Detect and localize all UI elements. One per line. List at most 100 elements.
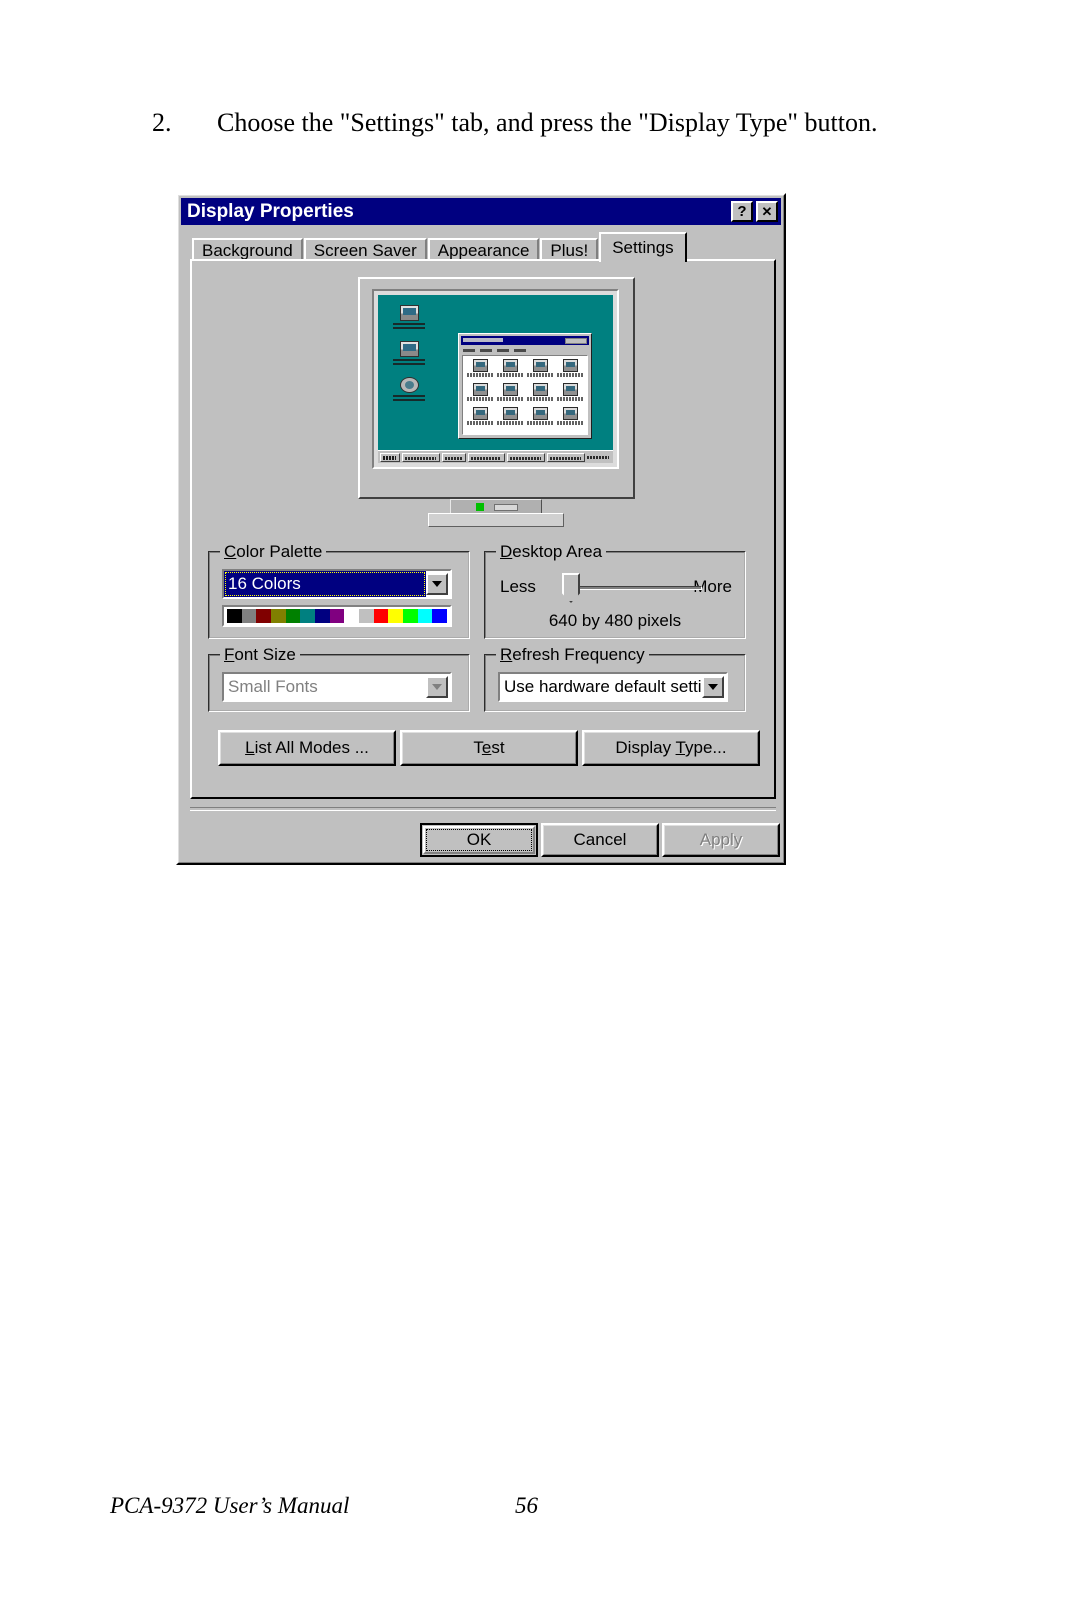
preview-window-icon-grid [462,355,588,435]
preview-taskbar [378,450,613,463]
color-palette-combo[interactable]: 16 Colors [222,569,452,599]
chevron-down-icon[interactable] [426,676,448,698]
title-bar: Display Properties ? ✕ [181,198,781,225]
footer-title: PCA-9372 User’s Manual [110,1493,350,1518]
color-palette-legend: Color Palette [220,542,327,562]
color-swatch-strip [222,605,452,627]
monitor-screen [378,295,613,463]
taskbar-button [467,452,506,462]
font-size-legend-rest: ont Size [234,645,296,664]
cancel-button[interactable]: Cancel [541,823,659,857]
preview-grid-icon-label [467,397,493,401]
preview-grid-icon [465,383,495,407]
recycle-bin-icon [399,377,419,393]
preview-grid-icon [525,407,555,431]
preview-menu-item [480,348,492,352]
preview-window [458,333,592,439]
preview-grid-icon [555,359,585,383]
title-bar-buttons: ? ✕ [731,201,778,222]
test-label: Test [473,738,505,757]
monitor-bezel [372,289,619,469]
monitor-case [358,277,635,499]
display-type-button[interactable]: Display Type... [582,730,760,766]
refresh-frequency-accel: R [500,645,513,664]
preview-menu-item [514,348,526,352]
preview-grid-icon-label [557,397,583,401]
taskbar-button [547,452,586,462]
font-size-combo[interactable]: Small Fonts [222,672,452,702]
control-panel-applet-icon [562,359,578,372]
control-panel-applet-icon [562,383,578,396]
color-swatch [359,609,374,623]
color-swatch [432,609,448,623]
color-swatch [256,609,272,623]
preview-grid-icon-label [497,421,523,425]
desktop-area-slider-thumb[interactable] [562,573,580,603]
network-icon [399,341,419,357]
system-tray [587,453,611,462]
color-swatch [300,609,316,623]
apply-label: Apply [699,830,743,849]
refresh-frequency-selected-value: Use hardware default setting [504,677,702,696]
desktop-area-group: Desktop Area Less More 640 by 480 pixels [484,542,746,639]
color-swatch [315,609,330,623]
taskbar-button [441,452,466,462]
preview-window-titlebar [461,336,589,345]
color-palette-selected-value[interactable]: 16 Colors [224,571,426,597]
taskbar-button [507,452,546,462]
preview-grid-icon [525,383,555,407]
refresh-frequency-legend: Refresh Frequency [496,645,649,665]
ok-button[interactable]: OK [420,823,538,857]
preview-grid-icon-label [497,373,523,377]
desktop-icon-label [393,358,425,367]
color-swatch [417,609,433,623]
close-icon[interactable]: ✕ [756,201,778,222]
list-all-modes-button[interactable]: List All Modes ... [218,730,396,766]
preview-grid-icon [555,383,585,407]
refresh-frequency-combo[interactable]: Use hardware default setting [498,672,728,702]
preview-grid-icon [465,407,495,431]
chevron-down-icon[interactable] [702,676,724,698]
desktop-icon-recycle-bin [392,377,426,403]
test-button[interactable]: Test [400,730,578,766]
display-type-label: Display Type... [615,738,727,757]
desktop-icon-label [393,322,425,331]
settings-tab-panel: Color Palette 16 Colors Desktop Area Les… [190,259,776,799]
color-swatch [241,609,257,623]
preview-window-menubar [461,346,589,354]
control-panel-applet-icon [502,407,518,420]
control-panel-applet-icon [532,359,548,372]
help-icon[interactable]: ? [731,201,753,222]
color-palette-group: Color Palette 16 Colors [208,542,470,639]
computer-icon [399,305,419,321]
preview-grid-icon-label [497,397,523,401]
preview-grid-icon-label [467,373,493,377]
dialog-separator [190,807,776,811]
desktop-area-slider-track[interactable] [570,586,702,590]
tab-settings[interactable]: Settings [599,232,687,262]
control-panel-applet-icon [472,383,488,396]
color-swatch [344,609,360,623]
color-swatch [373,609,389,623]
chevron-down-icon[interactable] [426,573,448,595]
slider-less-label: Less [500,577,536,596]
taskbar-button [401,452,440,462]
page-footer: PCA-9372 User’s Manual 56 [110,1493,970,1519]
preview-window-buttons [565,338,587,344]
cancel-label: Cancel [573,830,627,849]
control-panel-applet-icon [502,383,518,396]
color-swatch [388,609,404,623]
start-button-icon [380,452,400,462]
instruction-line: 2. Choose the "Settings" tab, and press t… [152,108,952,138]
preview-grid-icon-label [527,397,553,401]
desktop-area-legend-rest: esktop Area [512,542,603,561]
refresh-frequency-legend-rest: efresh Frequency [512,645,645,664]
control-panel-applet-icon [532,383,548,396]
desktop-icon-my-computer [392,305,426,331]
color-swatch [271,609,286,623]
font-size-accel: F [224,645,235,664]
footer-page-number: 56 [515,1493,538,1518]
power-led-icon [476,503,484,511]
control-panel-applet-icon [532,407,548,420]
control-panel-applet-icon [562,407,578,420]
